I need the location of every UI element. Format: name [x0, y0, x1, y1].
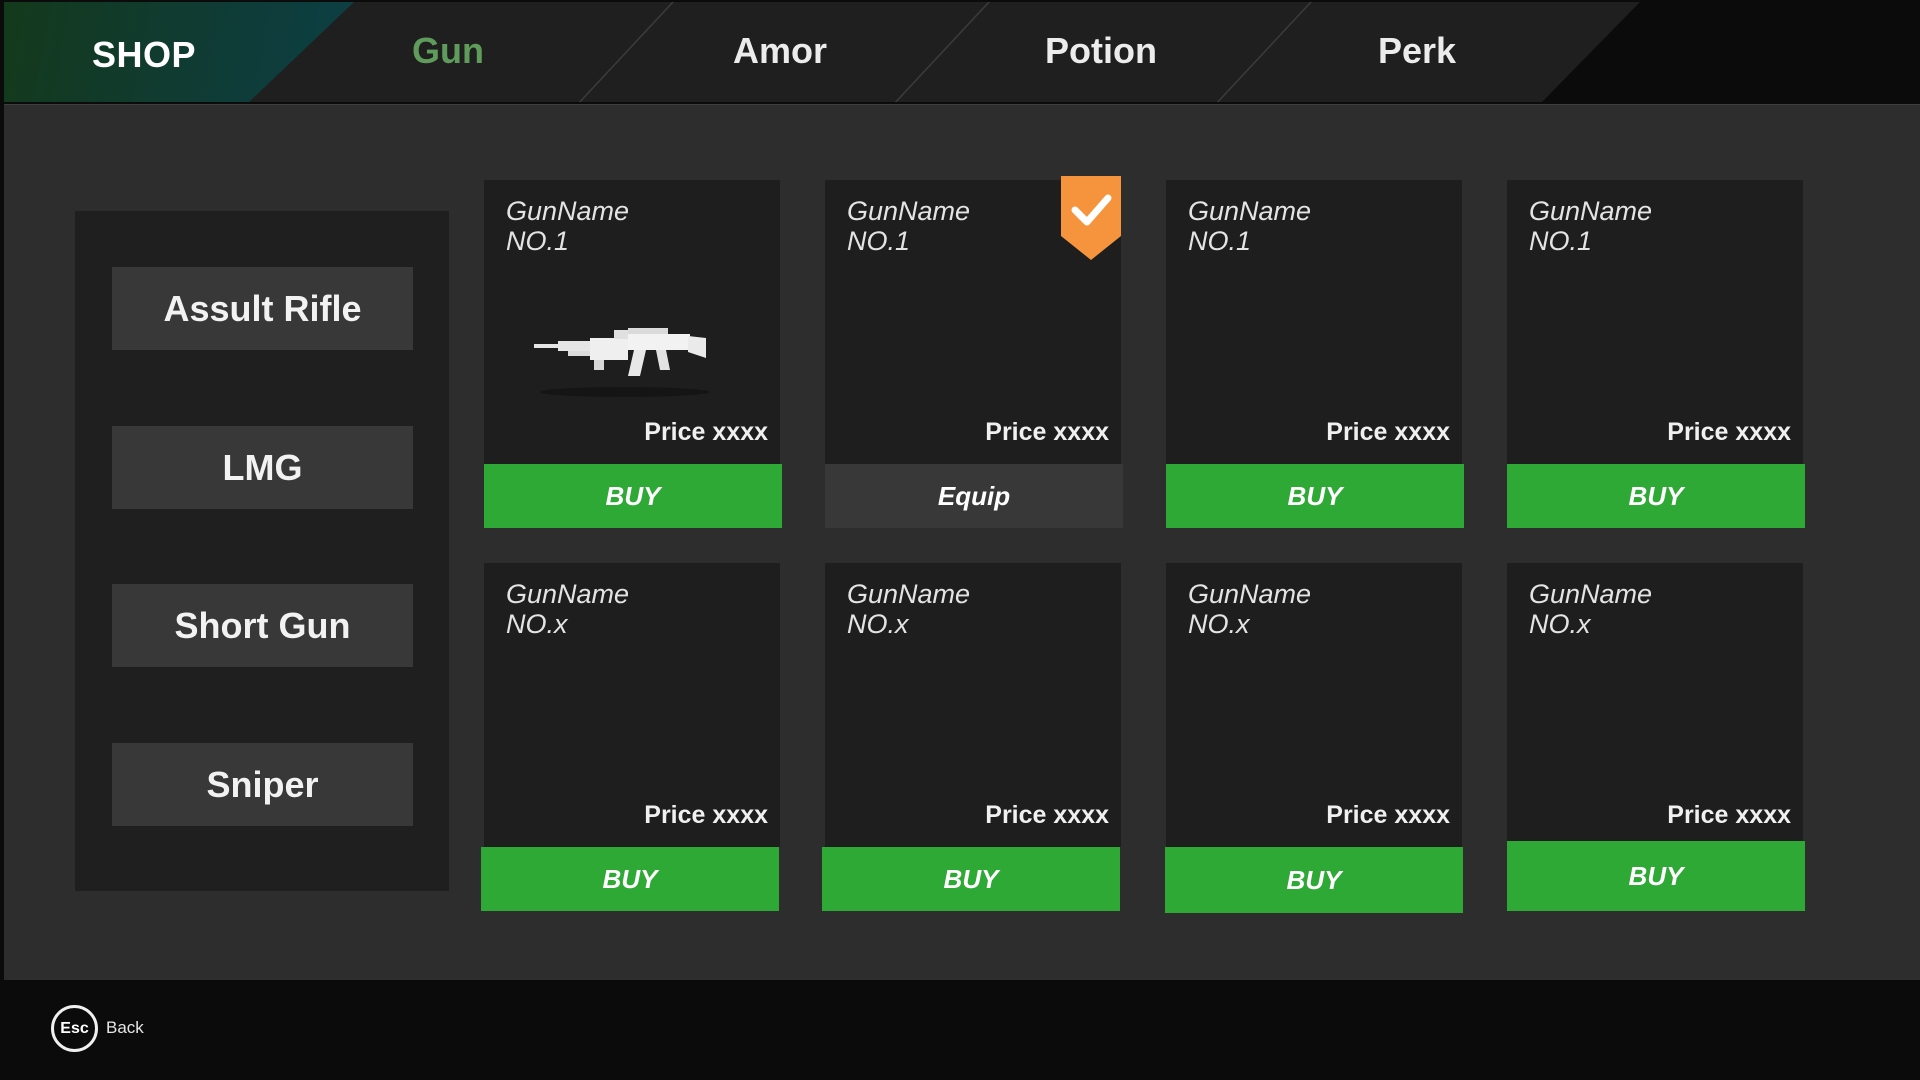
- item-name-block: GunName NO.x: [847, 579, 970, 639]
- equipped-check-badge-icon: [1061, 176, 1121, 260]
- item-card[interactable]: GunName NO.x Price xxxx BUY: [822, 563, 1121, 911]
- item-card[interactable]: GunName NO.x Price xxxx BUY: [1165, 563, 1463, 913]
- item-price: Price xxxx: [1667, 418, 1791, 446]
- item-name-block: GunName NO.x: [1188, 579, 1311, 639]
- item-price: Price xxxx: [1667, 801, 1791, 829]
- item-price: Price xxxx: [644, 801, 768, 829]
- top-navigation-bar: SHOP Gun Amor Potion Perk: [0, 0, 1920, 104]
- item-number: NO.x: [1529, 609, 1591, 639]
- item-card[interactable]: GunName NO.1 Price xxxx BUY: [1507, 180, 1805, 528]
- item-card[interactable]: GunName NO.1 Price xxxx BUY: [1166, 180, 1464, 528]
- item-number: NO.1: [1529, 226, 1593, 256]
- item-name: GunName: [1188, 579, 1312, 609]
- buy-button[interactable]: BUY: [822, 847, 1120, 911]
- item-number: NO.x: [1188, 609, 1250, 639]
- item-name-block: GunName NO.1: [1529, 196, 1652, 256]
- tab-perk[interactable]: Perk: [1327, 30, 1507, 76]
- item-name: GunName: [847, 196, 971, 226]
- category-short-gun-button[interactable]: Short Gun: [112, 584, 413, 667]
- item-name: GunName: [1188, 196, 1312, 226]
- shop-title: SHOP: [92, 34, 197, 75]
- buy-button[interactable]: BUY: [1165, 847, 1463, 913]
- shop-main-panel: Assult Rifle LMG Short Gun Sniper GunNam…: [4, 104, 1920, 980]
- equip-button[interactable]: Equip: [825, 464, 1123, 528]
- item-name: GunName: [847, 579, 971, 609]
- item-number: NO.1: [1188, 226, 1252, 256]
- tab-potion[interactable]: Potion: [1011, 30, 1191, 76]
- item-number: NO.1: [506, 226, 570, 256]
- item-price: Price xxxx: [985, 418, 1109, 446]
- item-card[interactable]: GunName NO.1 Price xxxx BUY: [484, 180, 782, 528]
- item-name: GunName: [1529, 579, 1653, 609]
- assault-rifle-image: [534, 328, 710, 397]
- item-number: NO.x: [847, 609, 909, 639]
- item-price: Price xxxx: [1326, 418, 1450, 446]
- tab-gun[interactable]: Gun: [358, 30, 538, 76]
- buy-button[interactable]: BUY: [481, 847, 779, 911]
- item-card[interactable]: GunName NO.x Price xxxx BUY: [481, 563, 780, 911]
- esc-key-icon[interactable]: Esc: [51, 1005, 98, 1052]
- category-assault-rifle-button[interactable]: Assult Rifle: [112, 267, 413, 350]
- item-number: NO.1: [847, 226, 911, 256]
- footer-bar: Esc Back: [0, 980, 1920, 1080]
- item-name-block: GunName NO.1: [847, 196, 970, 256]
- category-lmg-button[interactable]: LMG: [112, 426, 413, 509]
- category-sniper-button[interactable]: Sniper: [112, 743, 413, 826]
- back-label[interactable]: Back: [106, 1018, 144, 1038]
- category-panel: Assult Rifle LMG Short Gun Sniper: [75, 211, 449, 891]
- item-name-block: GunName NO.1: [1188, 196, 1311, 256]
- item-name-block: GunName NO.x: [1529, 579, 1652, 639]
- tab-amor[interactable]: Amor: [690, 30, 870, 76]
- buy-button[interactable]: BUY: [1507, 841, 1805, 911]
- item-number: NO.x: [506, 609, 568, 639]
- buy-button[interactable]: BUY: [1166, 464, 1464, 528]
- buy-button[interactable]: BUY: [484, 464, 782, 528]
- item-name-block: GunName NO.1: [506, 196, 629, 256]
- item-price: Price xxxx: [985, 801, 1109, 829]
- item-price: Price xxxx: [1326, 801, 1450, 829]
- item-card[interactable]: GunName NO.x Price xxxx BUY: [1507, 563, 1805, 911]
- item-name: GunName: [506, 579, 630, 609]
- item-name: GunName: [506, 196, 630, 226]
- buy-button[interactable]: BUY: [1507, 464, 1805, 528]
- item-price: Price xxxx: [644, 418, 768, 446]
- item-name: GunName: [1529, 196, 1653, 226]
- item-card[interactable]: GunName NO.1 Price xxxx Equip: [825, 176, 1123, 528]
- item-name-block: GunName NO.x: [506, 579, 629, 639]
